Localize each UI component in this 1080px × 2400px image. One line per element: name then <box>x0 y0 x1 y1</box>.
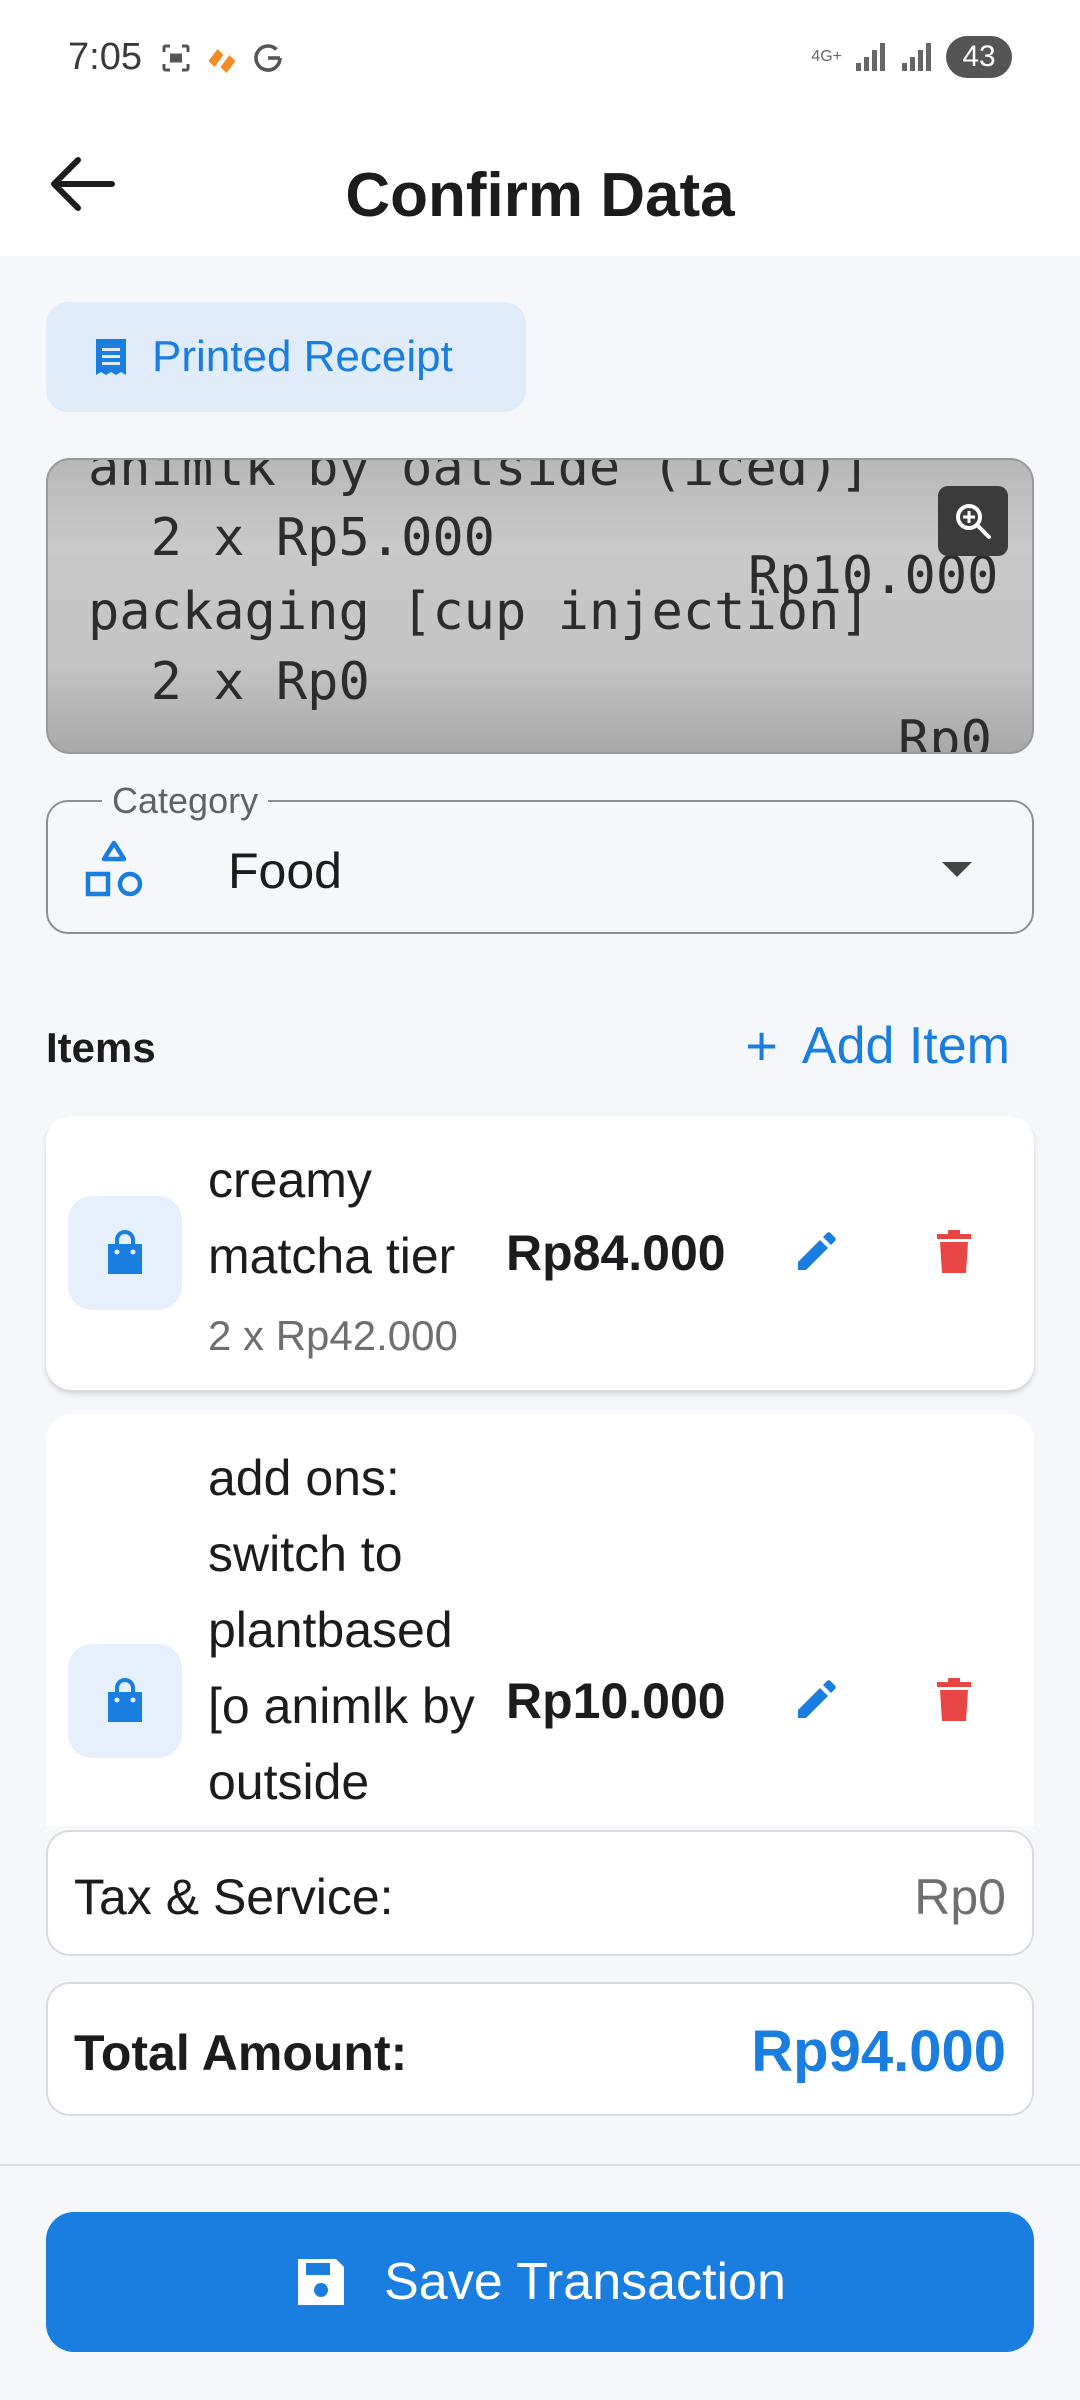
item-name-line: creamy <box>208 1152 372 1208</box>
bottom-divider <box>0 2164 1080 2166</box>
total-amount-value: Rp94.000 <box>751 2019 1006 2084</box>
signal-icon <box>856 43 885 71</box>
app-notification-icon <box>208 49 236 73</box>
item-name-line: plantbased <box>208 1602 453 1658</box>
edit-button[interactable] <box>776 1212 856 1292</box>
trash-icon <box>937 1678 971 1721</box>
chevron-down-icon <box>942 862 972 877</box>
page-title: Confirm Data <box>345 161 735 230</box>
battery-level: 43 <box>962 40 996 73</box>
google-icon <box>254 44 282 72</box>
battery-indicator: 43 <box>946 36 1012 78</box>
add-item-button[interactable]: + Add Item <box>745 1016 1010 1076</box>
items-heading: Items <box>46 1024 156 1071</box>
zoom-in-icon <box>956 504 991 539</box>
item-price: Rp10.000 <box>506 1673 726 1729</box>
receipt-text-line: Rp0 <box>898 710 992 754</box>
item-name: add ons: switch to plantbased [o animlk … <box>208 1440 508 1820</box>
receipt-image[interactable]: animlk by oatside (iced)] 2 x Rp5.000 pa… <box>46 458 1034 754</box>
item-quantity: 2 x Rp42.000 <box>208 1312 458 1359</box>
save-transaction-button[interactable]: Save Transaction <box>46 2212 1034 2352</box>
item-name-line: matcha tier <box>208 1228 456 1284</box>
receipt-text-line: animlk by oatside (iced)] <box>88 458 871 498</box>
plus-icon: + <box>745 1014 778 1077</box>
tax-service-row: Tax & Service: Rp0 <box>46 1830 1034 1956</box>
network-type: 4G+ <box>811 48 842 65</box>
receipt-text-line: 2 x Rp5.000 <box>88 508 495 568</box>
status-right: 4G+ 43 <box>811 36 1012 78</box>
category-value: Food <box>228 843 342 899</box>
trash-icon <box>937 1230 971 1273</box>
delete-button[interactable] <box>914 1660 994 1740</box>
category-select[interactable]: Category Food <box>46 780 1034 934</box>
item-name-line: [o animlk by <box>208 1678 475 1734</box>
total-amount-label: Total Amount: <box>74 2025 408 2081</box>
item-name-line: add ons: <box>208 1450 400 1506</box>
app-bar: Confirm Data <box>0 118 1080 256</box>
status-left-icons <box>158 40 286 76</box>
item-name-line: switch to <box>208 1526 403 1582</box>
tax-service-label: Tax & Service: <box>74 1869 394 1925</box>
delete-button[interactable] <box>914 1212 994 1292</box>
shopping-bag-icon <box>108 1678 142 1722</box>
receipt-type-badge: Printed Receipt <box>46 302 526 412</box>
screenshot-icon <box>162 44 190 72</box>
item-price: Rp84.000 <box>506 1225 726 1281</box>
status-bar: 7:05 4G+ 43 <box>0 0 1080 118</box>
item-card[interactable]: creamy matcha tier 2 x Rp42.000 Rp84.000 <box>46 1116 1034 1390</box>
item-card[interactable]: add ons: switch to plantbased [o animlk … <box>46 1414 1034 1826</box>
save-transaction-label: Save Transaction <box>384 2253 786 2311</box>
edit-button[interactable] <box>776 1660 856 1740</box>
receipt-icon <box>96 339 126 375</box>
shopping-bag-icon <box>108 1230 142 1274</box>
signal-icon-2 <box>902 43 931 71</box>
item-name-line: outside <box>208 1754 370 1810</box>
pencil-icon <box>798 1680 836 1718</box>
tax-service-value: Rp0 <box>914 1869 1006 1925</box>
category-shapes-icon <box>85 840 143 897</box>
pencil-icon <box>798 1232 836 1270</box>
category-label: Category <box>102 780 269 822</box>
status-time: 7:05 <box>68 36 142 78</box>
item-icon-box <box>68 1196 182 1310</box>
total-amount-row: Total Amount: Rp94.000 <box>46 1982 1034 2116</box>
item-icon-box <box>68 1644 182 1758</box>
item-name: creamy matcha tier <box>208 1142 508 1294</box>
add-item-label: Add Item <box>801 1017 1010 1075</box>
receipt-text-line: 2 x Rp0 <box>88 652 370 712</box>
zoom-button[interactable] <box>938 486 1008 556</box>
receipt-type-label: Printed Receipt <box>152 332 453 381</box>
floppy-disk-icon <box>298 2259 345 2305</box>
